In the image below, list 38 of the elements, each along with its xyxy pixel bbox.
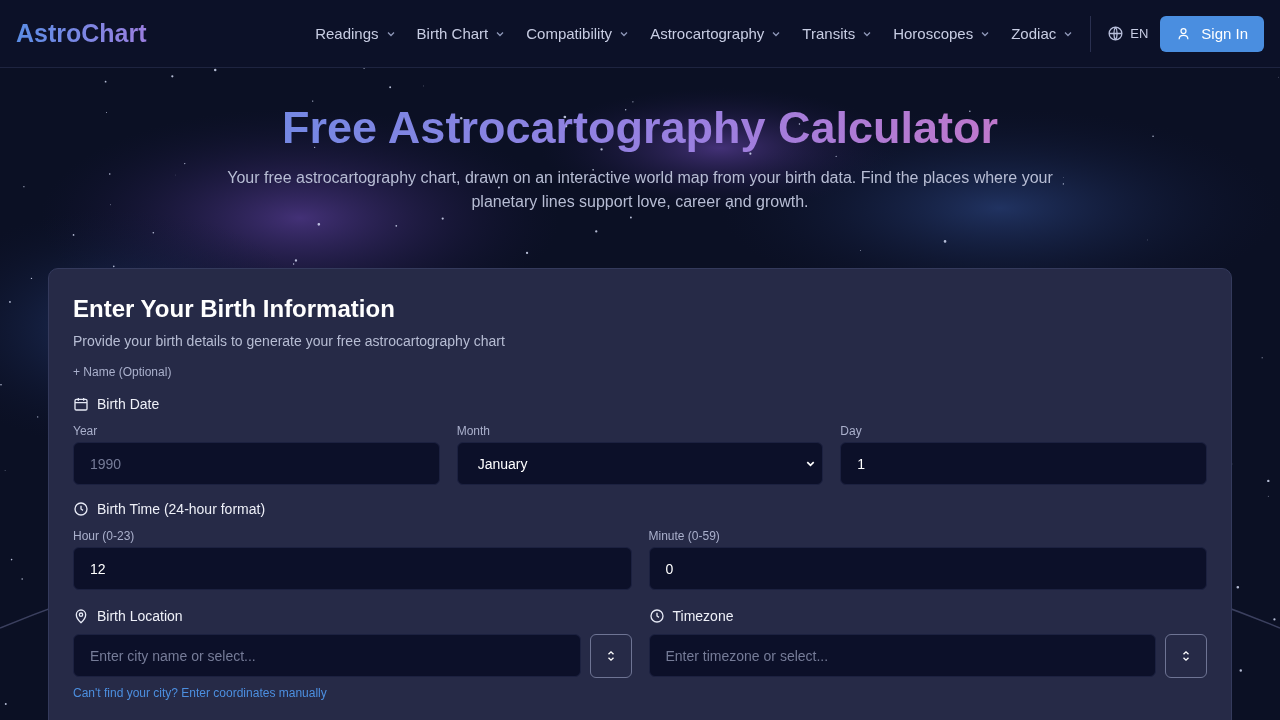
input-field[interactable]: Enter city name or select... [73, 634, 581, 677]
input-field[interactable]: Enter timezone or select... [648, 634, 1156, 677]
nav-menu-item[interactable]: Horoscopes [883, 25, 1002, 42]
input-field[interactable]: 12 [73, 547, 632, 590]
up-down-chevron-icon [1181, 649, 1191, 663]
field-label: Hour (0-23) [73, 529, 136, 543]
nav-menu-item[interactable]: Astrocartography [640, 25, 793, 42]
clock-icon [73, 501, 89, 517]
field-label: Day [840, 424, 863, 438]
section-label: Birth Location [97, 608, 183, 624]
globe-icon [1107, 25, 1125, 42]
field-label: Minute (0-59) [648, 529, 721, 543]
dropdown-toggle-button[interactable] [589, 634, 632, 678]
nav-menu-item[interactable]: Zodiac [1001, 25, 1085, 42]
month-select[interactable]: January [456, 442, 824, 485]
input-field[interactable]: 1990 [73, 442, 440, 485]
calendar-icon [73, 396, 89, 412]
manual-coordinates-link[interactable]: Can't find your city? Enter coordinates manually [73, 686, 327, 700]
clock-icon [648, 608, 665, 624]
section-label: Birth Time (24-hour format) [97, 501, 266, 517]
section-label: Birth Date [97, 396, 160, 412]
language-selector[interactable]: EN [1099, 25, 1161, 42]
field-label: Year [73, 424, 99, 438]
input-field[interactable]: 0 [648, 547, 1207, 590]
field-label: Month [456, 424, 491, 438]
location-pin-icon [73, 608, 89, 624]
form-title: Enter Your Birth Information [73, 294, 396, 324]
up-down-chevron-icon [605, 649, 616, 663]
dropdown-toggle-button[interactable] [1165, 634, 1207, 678]
input-field[interactable]: 1 [840, 442, 1207, 485]
page-subtitle: Your free astrocartography chart, drawn on an interactive world map from your birth data. Find the places where your planetary lines support love, career and growth. [226, 168, 1054, 212]
nav-menu-item[interactable]: Transits [792, 25, 884, 42]
section-label: Timezone [672, 608, 734, 624]
nav-menu-item[interactable]: Birth Chart [406, 25, 517, 42]
form-subtitle: Provide your birth details to generate your free astrocartography chart [73, 333, 506, 349]
nav-menu-item[interactable]: Compatibility [516, 25, 641, 42]
add-name-toggle[interactable]: + Name (Optional) [73, 365, 172, 379]
nav-menu-item[interactable]: Readings [305, 25, 407, 42]
